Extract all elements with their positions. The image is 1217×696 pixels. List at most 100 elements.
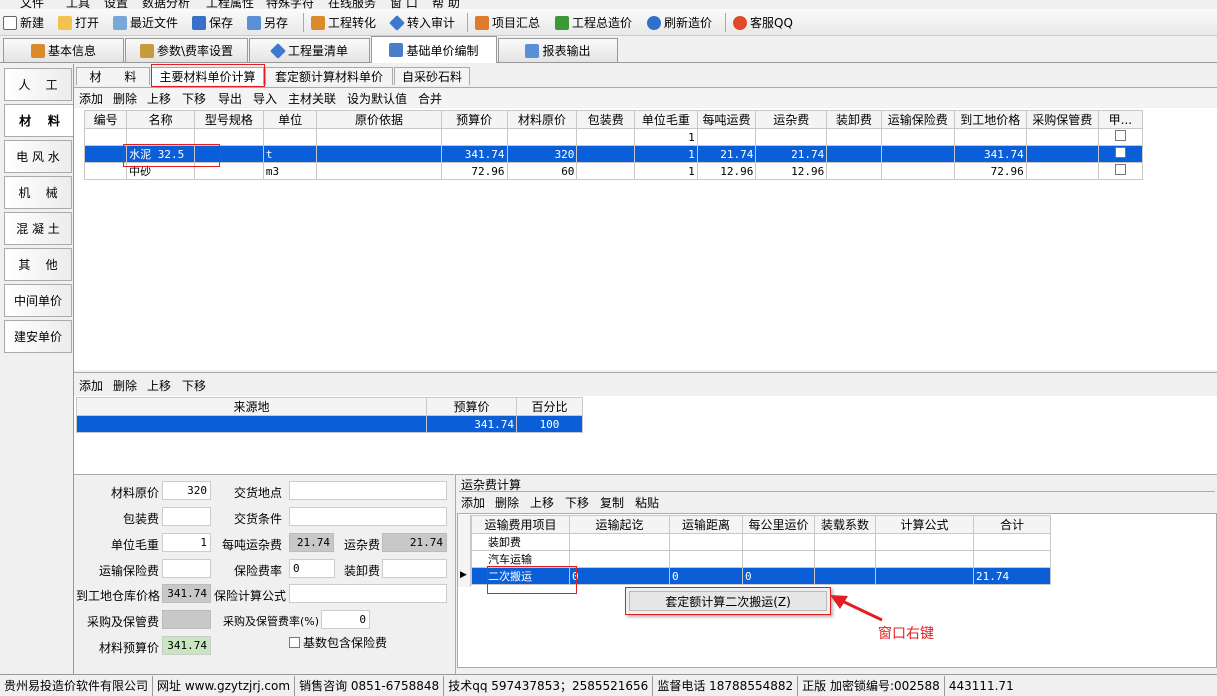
tab-params-rates[interactable]: 参数\费率设置: [125, 38, 248, 62]
tab-report-output[interactable]: 报表输出: [498, 38, 618, 62]
transport-insurance-field[interactable]: [162, 559, 211, 578]
tab-base-unit-price[interactable]: 基础单价编制: [371, 36, 497, 63]
freight-move-down-button[interactable]: 下移: [565, 494, 589, 511]
menu-online[interactable]: 在线服务: [328, 0, 376, 9]
col-header[interactable]: 预算价: [426, 397, 517, 416]
col-header[interactable]: 名称: [126, 110, 195, 129]
freight-delete-button[interactable]: 删除: [495, 494, 519, 511]
save-as-button[interactable]: 另存: [247, 12, 288, 33]
table-row[interactable]: 中砂 m3 72.96 60 1 12.96 12.96 72.96: [83, 162, 1144, 180]
col-header[interactable]: 采购保管费: [1025, 110, 1099, 129]
col-header[interactable]: 装载系数: [814, 515, 876, 534]
col-header[interactable]: 运输费用项目: [471, 515, 570, 534]
source-move-up-button[interactable]: 上移: [147, 377, 171, 394]
orig-price-field[interactable]: 320: [162, 481, 211, 500]
menu-file[interactable]: 文件: [20, 0, 44, 9]
col-header[interactable]: 每吨运费: [696, 110, 757, 129]
supplied-checkbox[interactable]: [1114, 130, 1126, 141]
subtab-material[interactable]: 材 料: [76, 67, 150, 85]
qq-service-button[interactable]: 客服QQ: [733, 12, 793, 33]
per-ton-freight-field[interactable]: 21.74: [289, 533, 334, 552]
supplied-checkbox[interactable]: [1114, 164, 1126, 175]
left-tab-labor[interactable]: 人 工: [4, 68, 72, 101]
source-add-button[interactable]: 添加: [79, 377, 103, 394]
source-delete-button[interactable]: 删除: [113, 377, 137, 394]
recent-files-button[interactable]: 最近文件: [113, 12, 178, 33]
tab-basic-info[interactable]: 基本信息: [3, 38, 124, 62]
context-menu-item-quota-second-transport[interactable]: 套定额计算二次搬运(Z): [629, 591, 827, 611]
misc-freight-field[interactable]: 21.74: [382, 533, 447, 552]
base-includes-insurance-checkbox[interactable]: [289, 637, 300, 648]
col-header[interactable]: 预算价: [440, 110, 508, 129]
save-button[interactable]: 保存: [192, 12, 233, 33]
menu-window[interactable]: 窗 口: [390, 0, 418, 9]
freight-move-up-button[interactable]: 上移: [530, 494, 554, 511]
col-header[interactable]: 单位毛重: [634, 110, 698, 129]
col-header[interactable]: 运输距离: [669, 515, 743, 534]
table-row-selected[interactable]: 341.74 100: [76, 415, 583, 433]
col-header[interactable]: 材料原价: [506, 110, 578, 129]
col-header[interactable]: 来源地: [76, 397, 427, 416]
table-row[interactable]: 汽车运输: [471, 550, 1051, 568]
col-header[interactable]: 每公里运价: [742, 515, 815, 534]
base-includes-insurance-option[interactable]: 基数包含保险费: [289, 634, 387, 651]
left-tab-intermediate-price[interactable]: 中间单价: [4, 284, 72, 317]
insurance-rate-field[interactable]: 0: [289, 559, 335, 578]
col-header[interactable]: 运输起讫: [569, 515, 670, 534]
col-header[interactable]: 到工地价格: [953, 110, 1027, 129]
menu-data-analysis[interactable]: 数据分析: [142, 0, 190, 9]
col-header[interactable]: 合计: [973, 515, 1051, 534]
col-header[interactable]: 原价依据: [316, 110, 442, 129]
purchase-rate-field[interactable]: 0: [321, 610, 370, 629]
project-summary-button[interactable]: 项目汇总: [475, 12, 540, 33]
project-convert-button[interactable]: 工程转化: [311, 12, 376, 33]
freight-paste-button[interactable]: 粘贴: [635, 494, 659, 511]
add-button[interactable]: 添加: [79, 90, 103, 107]
package-fee-field[interactable]: [162, 507, 211, 526]
left-tab-concrete[interactable]: 混 凝 土: [4, 212, 72, 245]
new-button[interactable]: 新建: [3, 12, 44, 33]
refresh-cost-button[interactable]: 刷新造价: [647, 12, 712, 33]
audit-import-button[interactable]: 转入审计: [389, 12, 455, 33]
budget-price-field[interactable]: 341.74: [162, 636, 211, 655]
table-row[interactable]: 1: [83, 128, 1144, 146]
export-button[interactable]: 导出: [218, 90, 242, 107]
site-price-field[interactable]: 341.74: [162, 584, 211, 603]
left-tab-power-wind-water[interactable]: 电 风 水: [4, 140, 72, 173]
purchase-storage-field[interactable]: [162, 610, 211, 629]
subtab-self-quarry[interactable]: 自采砂石料: [394, 67, 470, 85]
menu-project-props[interactable]: 工程属性: [206, 0, 254, 9]
menu-special-chars[interactable]: 特殊字符: [266, 0, 314, 9]
menu-settings[interactable]: 设置: [104, 0, 128, 9]
left-tab-material[interactable]: 材 料: [4, 104, 74, 137]
delivery-terms-field[interactable]: [289, 507, 447, 526]
col-header[interactable]: 装卸费: [826, 110, 882, 129]
merge-button[interactable]: 合并: [418, 90, 442, 107]
set-default-button[interactable]: 设为默认值: [347, 90, 407, 107]
menu-tools[interactable]: 工具: [66, 0, 90, 9]
table-row-selected[interactable]: 水泥 32.5 t 341.74 320 1 21.74 21.74 341.74: [83, 145, 1144, 163]
col-header[interactable]: 运杂费: [755, 110, 828, 129]
total-cost-button[interactable]: 工程总造价: [555, 12, 632, 33]
col-header[interactable]: 运输保险费: [880, 110, 955, 129]
table-row[interactable]: 装卸费: [471, 533, 1051, 551]
supplied-checkbox[interactable]: [1114, 147, 1126, 158]
col-header[interactable]: 百分比: [516, 397, 583, 416]
loading-fee-field[interactable]: [382, 559, 447, 578]
subtab-quota-material-price[interactable]: 套定额计算材料单价: [265, 67, 393, 85]
move-down-button[interactable]: 下移: [182, 90, 206, 107]
col-header[interactable]: 计算公式: [875, 515, 974, 534]
move-up-button[interactable]: 上移: [147, 90, 171, 107]
menu-help[interactable]: 帮 助: [432, 0, 460, 9]
import-button[interactable]: 导入: [253, 90, 277, 107]
col-header[interactable]: 甲...: [1097, 110, 1144, 129]
delete-button[interactable]: 删除: [113, 90, 137, 107]
col-header[interactable]: 型号规格: [194, 110, 264, 129]
source-move-down-button[interactable]: 下移: [182, 377, 206, 394]
tab-quantity-list[interactable]: 工程量清单: [249, 38, 370, 62]
left-tab-install-price[interactable]: 建安单价: [4, 320, 72, 353]
left-tab-machinery[interactable]: 机 械: [4, 176, 72, 209]
col-header[interactable]: 包装费: [576, 110, 636, 129]
open-button[interactable]: 打开: [58, 12, 99, 33]
left-tab-other[interactable]: 其 他: [4, 248, 72, 281]
